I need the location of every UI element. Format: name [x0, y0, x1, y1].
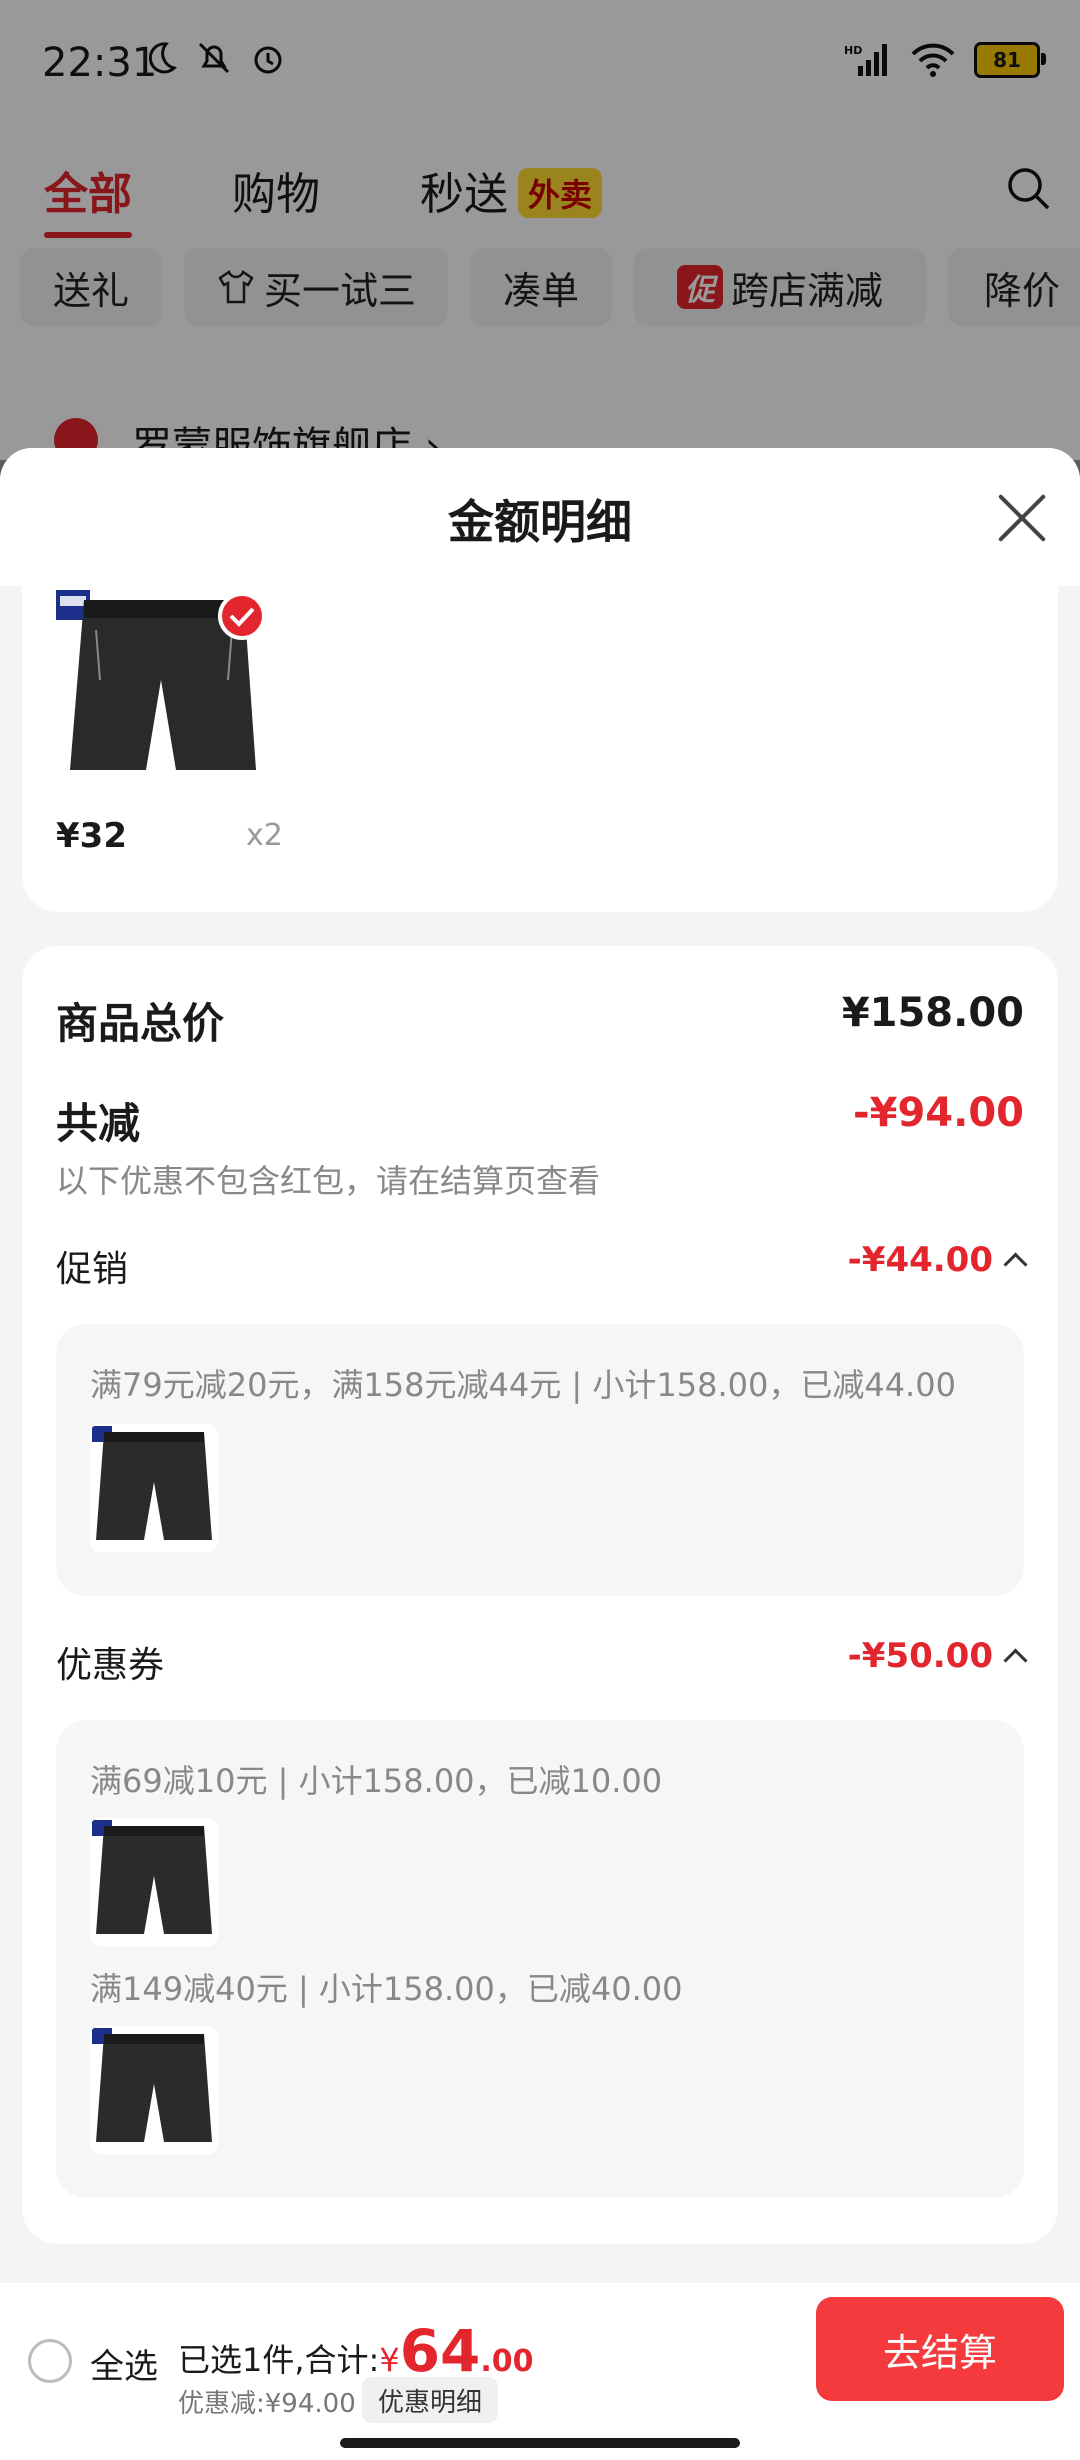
- chevron-up-icon: [1003, 1252, 1028, 1277]
- total-price-label: 商品总价: [56, 999, 225, 1048]
- total-discount-label: 共减: [56, 1099, 141, 1148]
- coupon-toggle[interactable]: -¥50.00: [847, 1636, 1028, 1676]
- discount-summary: 优惠减:¥94.00: [178, 2389, 356, 2419]
- total-amount-decimal: .00: [480, 2344, 534, 2379]
- amount-detail-sheet: 金额明细 ¥32 x2 商品总价 ¥158.00 共减 -¥94.00 以下优惠…: [0, 448, 1080, 2283]
- shorts-thumbnail[interactable]: [90, 2026, 218, 2154]
- coupon-rule-line-1: 满69减10元 | 小计158.00，已减10.00: [90, 1762, 663, 1800]
- goods-quantity: x2: [246, 818, 283, 853]
- promo-value: -¥44.00: [847, 1240, 993, 1280]
- total-discount-value: -¥94.00: [853, 1090, 1024, 1136]
- chevron-up-icon: [1003, 1648, 1028, 1673]
- order-summary: 已选1件,合计:¥64.00: [178, 2317, 534, 2385]
- coupon-detail-box: 满69减10元 | 小计158.00，已减10.00 满149减40元 | 小计…: [56, 1720, 1024, 2198]
- promo-rule-line: 满79元减20元，满158元减44元 | 小计158.00，已减44.00: [90, 1366, 956, 1404]
- discount-note: 以下优惠不包含红包，请在结算页查看: [56, 1162, 601, 1200]
- checkout-label: 去结算: [882, 2330, 997, 2375]
- promo-detail-box: 满79元减20元，满158元减44元 | 小计158.00，已减44.00: [56, 1324, 1024, 1596]
- select-all-checkbox[interactable]: [28, 2339, 72, 2383]
- goods-price: ¥32: [56, 816, 127, 856]
- total-amount-integer: 64: [399, 2317, 481, 2385]
- shorts-thumbnail[interactable]: [90, 1424, 218, 1552]
- promo-toggle[interactable]: -¥44.00: [847, 1240, 1028, 1280]
- discount-detail-button[interactable]: 优惠明细: [362, 2377, 499, 2423]
- price-detail-card: 商品总价 ¥158.00 共减 -¥94.00 以下优惠不包含红包，请在结算页查…: [22, 946, 1058, 2244]
- discount-detail-label: 优惠明细: [378, 2387, 483, 2418]
- coupon-value: -¥50.00: [847, 1636, 993, 1676]
- sheet-title: 金额明细: [448, 495, 632, 549]
- shorts-product-image[interactable]: [56, 590, 266, 790]
- sheet-header: 金额明细: [0, 448, 1080, 586]
- coupon-label: 优惠券: [56, 1645, 165, 1686]
- total-price-value: ¥158.00: [841, 990, 1024, 1036]
- summary-prefix: 已选1件,合计:: [178, 2341, 380, 2379]
- checkout-bar: 全选 已选1件,合计:¥64.00 优惠减:¥94.00 优惠明细 去结算: [0, 2283, 1080, 2460]
- currency-symbol: ¥: [379, 2341, 400, 2379]
- goods-card: ¥32 x2: [22, 586, 1058, 912]
- home-indicator[interactable]: [340, 2438, 740, 2448]
- checkout-button[interactable]: 去结算: [816, 2297, 1064, 2401]
- close-button[interactable]: [994, 490, 1050, 546]
- select-all-label[interactable]: 全选: [90, 2339, 158, 2388]
- coupon-rule-line-2: 满149减40元 | 小计158.00，已减40.00: [90, 1970, 683, 2008]
- shorts-thumbnail[interactable]: [90, 1818, 218, 1946]
- promo-label: 促销: [56, 1249, 129, 1290]
